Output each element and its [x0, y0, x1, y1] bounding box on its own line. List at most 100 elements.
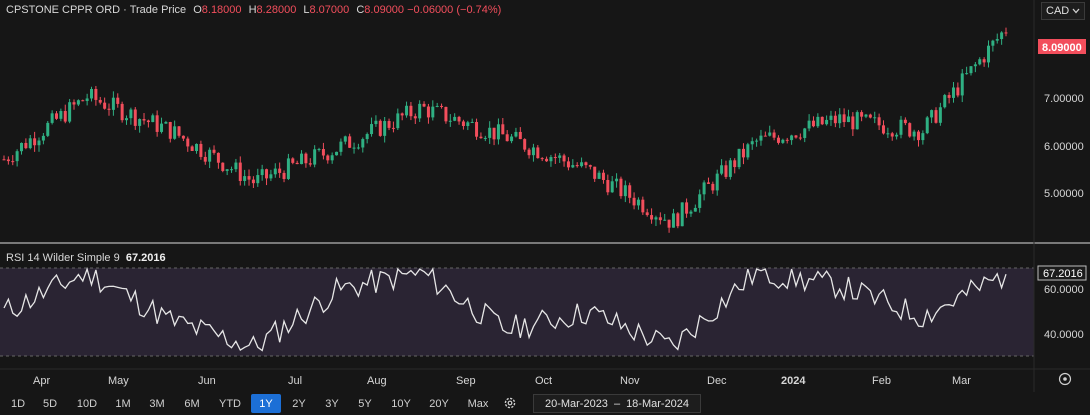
candle-body: [706, 182, 710, 184]
candle-body: [685, 202, 689, 214]
range-button-10d[interactable]: 10D: [70, 394, 104, 413]
candle-body: [356, 147, 360, 149]
candle-body: [453, 116, 457, 121]
candle-body: [510, 136, 514, 142]
candle-body: [199, 143, 203, 157]
candle-body: [720, 165, 724, 174]
candle-body: [632, 197, 636, 206]
candle-body: [238, 162, 242, 181]
candle-body: [545, 158, 549, 162]
candle-body: [1000, 32, 1004, 40]
candle-body: [11, 161, 15, 163]
candle-body: [575, 165, 579, 167]
candle-body: [514, 131, 518, 137]
candle-body: [829, 115, 833, 120]
price-pane: [2, 27, 1008, 233]
range-button-20y[interactable]: 20Y: [422, 394, 456, 413]
candle-body: [645, 212, 649, 216]
candle-body: [689, 211, 693, 214]
candle-body: [615, 178, 619, 182]
candle-body: [1004, 32, 1008, 34]
candle-body: [518, 131, 522, 140]
candle-body: [527, 149, 531, 156]
candle-body: [440, 105, 444, 107]
candle-body: [142, 119, 146, 121]
candle-body: [750, 141, 754, 145]
candle-body: [781, 139, 785, 143]
candle-body: [212, 149, 216, 153]
candle-body: [873, 117, 877, 119]
candle-body: [501, 124, 505, 135]
candle-body: [330, 155, 334, 161]
candle-body: [378, 120, 382, 136]
date-range-picker[interactable]: 20-Mar-2023 – 18-Mar-2024: [533, 394, 701, 413]
candle-body: [794, 135, 798, 138]
candle-body: [755, 140, 759, 142]
candle-body: [308, 163, 312, 165]
target-icon[interactable]: [1058, 372, 1072, 386]
candle-body: [50, 113, 54, 123]
candle-body: [601, 172, 605, 180]
candle-body: [160, 123, 164, 132]
range-button-5y[interactable]: 5Y: [350, 394, 380, 413]
candle-body: [190, 146, 194, 152]
candle-body: [488, 127, 492, 138]
chart-canvas[interactable]: 7.00000 6.00000 5.00000 8.09000 60.0000 …: [0, 0, 1090, 392]
gear-icon[interactable]: [503, 396, 517, 410]
candle-body: [155, 115, 159, 132]
candle-body: [317, 149, 321, 151]
price-tick: 6.00000: [1044, 141, 1084, 153]
candle-body: [960, 73, 964, 96]
candle-body: [304, 153, 308, 164]
candle-body: [181, 135, 185, 139]
candle-body: [956, 87, 960, 96]
candle-body: [912, 131, 916, 137]
candle-body: [930, 110, 934, 118]
candle-body: [413, 116, 417, 119]
time-label: 2024: [781, 375, 806, 387]
candle-body: [969, 66, 973, 74]
range-button-max[interactable]: Max: [460, 394, 496, 413]
range-button-6m[interactable]: 6M: [176, 394, 208, 413]
candle-body: [435, 105, 439, 107]
candle-body: [584, 162, 588, 166]
rsi-tick: 60.0000: [1044, 284, 1084, 296]
candle-body: [593, 166, 597, 179]
candle-body: [335, 151, 339, 156]
candle-body: [663, 219, 667, 221]
candle-body: [37, 140, 41, 146]
candle-body: [168, 122, 172, 139]
candle-body: [265, 169, 269, 179]
range-button-2y[interactable]: 2Y: [284, 394, 314, 413]
candle-body: [20, 142, 24, 152]
range-button-1m[interactable]: 1M: [108, 394, 138, 413]
candle-body: [496, 124, 500, 140]
candle-body: [230, 169, 234, 171]
candle-body: [203, 156, 207, 162]
candle-body: [15, 151, 19, 162]
range-button-5d[interactable]: 5D: [34, 394, 66, 413]
candle-body: [269, 174, 273, 179]
candle-body: [597, 172, 601, 179]
time-label: May: [108, 375, 129, 387]
candle-body: [851, 116, 855, 130]
range-button-1d[interactable]: 1D: [4, 394, 32, 413]
candle-body: [129, 109, 133, 119]
range-button-1y[interactable]: 1Y: [251, 394, 281, 413]
candle-body: [448, 120, 452, 122]
candle-body: [418, 103, 422, 119]
range-button-3y[interactable]: 3Y: [317, 394, 347, 413]
candle-body: [890, 133, 894, 137]
candle-body: [619, 178, 623, 197]
candle-body: [606, 179, 610, 193]
candle-body: [860, 112, 864, 117]
candle-body: [479, 136, 483, 139]
candle-body: [33, 138, 37, 146]
candle-body: [120, 103, 124, 121]
candle-body: [24, 142, 28, 149]
range-button-3m[interactable]: 3M: [142, 394, 172, 413]
range-button-ytd[interactable]: YTD: [212, 394, 248, 413]
range-button-10y[interactable]: 10Y: [384, 394, 418, 413]
time-label: Feb: [872, 375, 891, 387]
candle-body: [776, 137, 780, 143]
